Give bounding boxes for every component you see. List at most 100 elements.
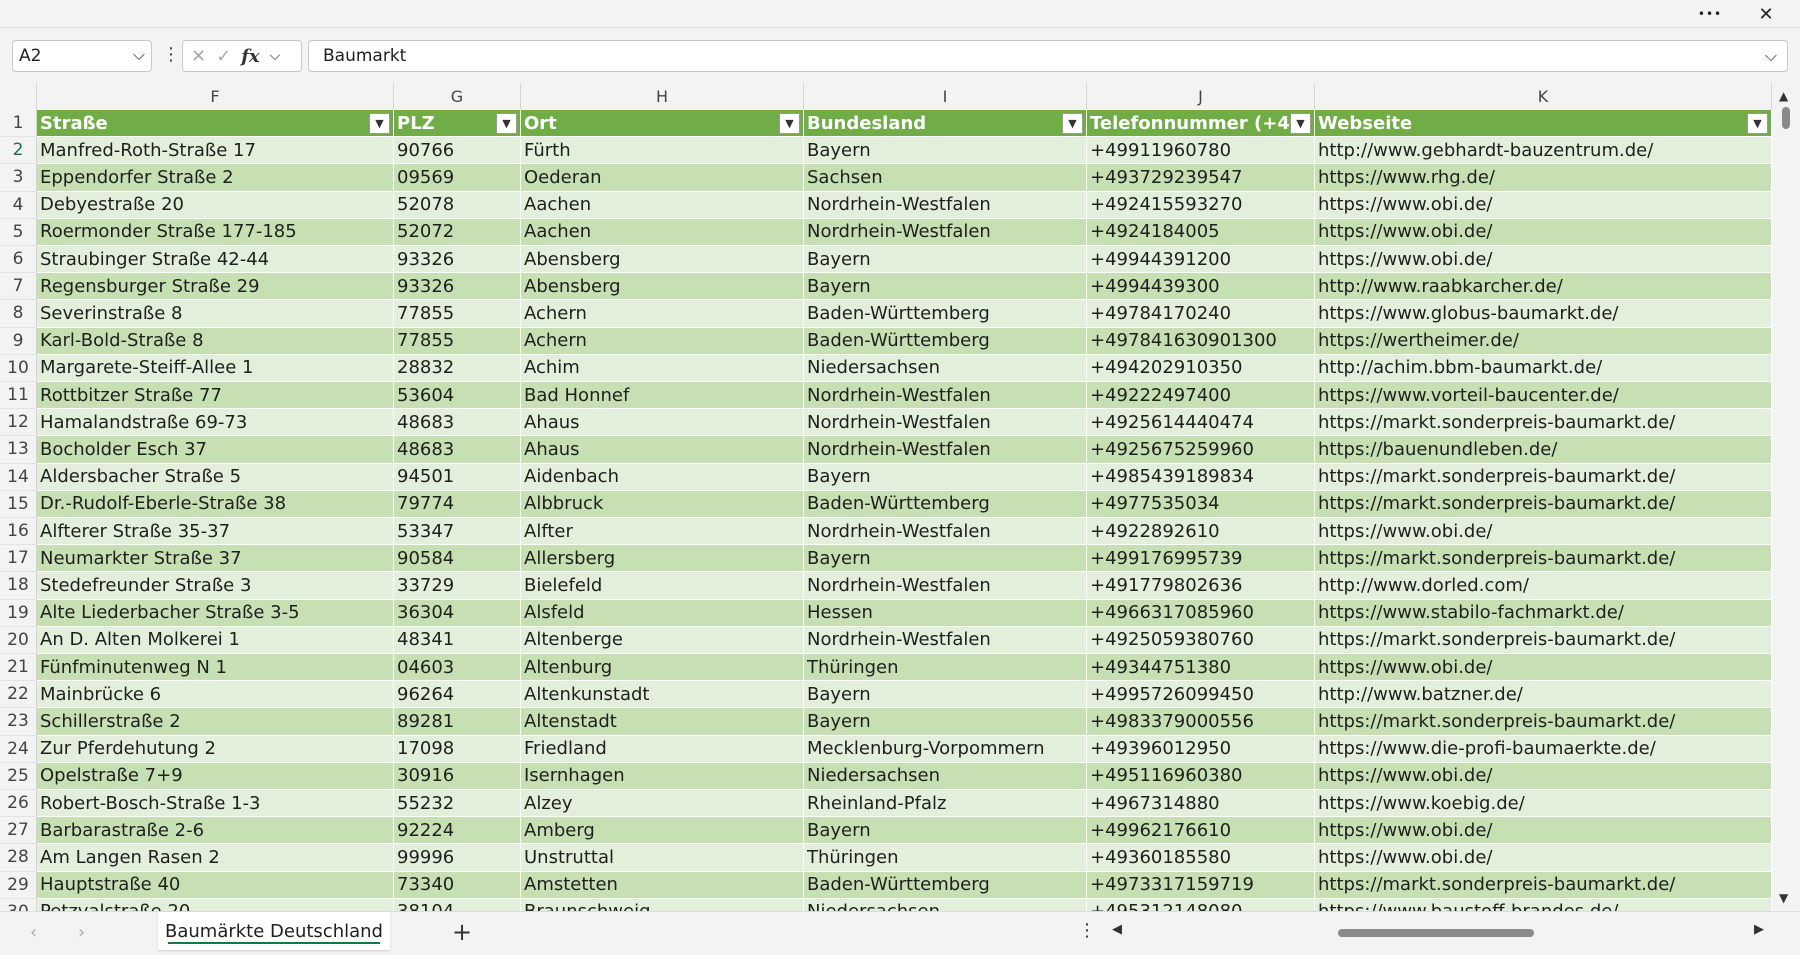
row-number[interactable]: 9 <box>0 327 37 355</box>
table-cell[interactable]: Aachen <box>521 191 804 219</box>
table-cell[interactable]: 90766 <box>394 137 521 165</box>
table-cell[interactable]: +4973317159719 <box>1087 871 1315 899</box>
table-cell[interactable]: Ahaus <box>521 436 804 464</box>
table-header-cell[interactable]: Telefonnummer (+49) ▼ <box>1087 110 1315 138</box>
table-cell[interactable]: Am Langen Rasen 2 <box>37 844 394 872</box>
chevron-down-icon[interactable]: ⌵ <box>133 45 145 65</box>
table-cell[interactable]: Alfter <box>521 518 804 546</box>
table-cell[interactable]: Bayern <box>804 545 1087 573</box>
table-cell[interactable]: Alzey <box>521 790 804 818</box>
table-cell[interactable]: Achim <box>521 354 804 382</box>
table-cell[interactable]: +4922892610 <box>1087 518 1315 546</box>
table-cell[interactable]: 48683 <box>394 436 521 464</box>
table-cell[interactable]: https://www.obi.de/ <box>1315 654 1772 682</box>
table-cell[interactable]: https://www.koebig.de/ <box>1315 790 1772 818</box>
column-header-h[interactable]: H <box>521 83 804 110</box>
table-cell[interactable]: http://www.gebhardt-bauzentrum.de/ <box>1315 137 1772 165</box>
table-cell[interactable]: Allersberg <box>521 545 804 573</box>
table-cell[interactable]: 53604 <box>394 382 521 410</box>
expand-formula-icon[interactable]: ⌵ <box>1765 46 1777 66</box>
table-cell[interactable]: Bayern <box>804 463 1087 491</box>
table-cell[interactable]: Hamalandstraße 69-73 <box>37 409 394 437</box>
row-number[interactable]: 3 <box>0 164 37 192</box>
table-cell[interactable]: +4995726099450 <box>1087 681 1315 709</box>
filter-dropdown-icon[interactable]: ▼ <box>1062 113 1083 134</box>
table-cell[interactable]: +49962176610 <box>1087 817 1315 845</box>
row-number[interactable]: 12 <box>0 409 37 437</box>
filter-dropdown-icon[interactable]: ▼ <box>1290 113 1311 134</box>
table-cell[interactable]: 94501 <box>394 463 521 491</box>
table-cell[interactable]: Isernhagen <box>521 762 804 790</box>
table-cell[interactable]: 55232 <box>394 790 521 818</box>
table-cell[interactable]: +49360185580 <box>1087 844 1315 872</box>
table-cell[interactable]: Roermonder Straße 177-185 <box>37 218 394 246</box>
table-cell[interactable]: https://markt.sonderpreis-baumarkt.de/ <box>1315 708 1772 736</box>
row-number[interactable]: 22 <box>0 681 37 709</box>
table-cell[interactable]: +49944391200 <box>1087 246 1315 274</box>
table-cell[interactable]: 89281 <box>394 708 521 736</box>
column-header-g[interactable]: G <box>394 83 521 110</box>
table-cell[interactable]: +492415593270 <box>1087 191 1315 219</box>
row-number[interactable]: 18 <box>0 572 37 600</box>
horizontal-scrollbar[interactable]: ◀ ▶ <box>1110 922 1770 944</box>
table-cell[interactable]: Braunschweig <box>521 898 804 911</box>
table-header-cell[interactable]: Ort ▼ <box>521 110 804 138</box>
table-cell[interactable]: Nordrhein-Westfalen <box>804 191 1087 219</box>
table-cell[interactable]: Stedefreunder Straße 3 <box>37 572 394 600</box>
sheet-tab-active[interactable]: Baumärkte Deutschland <box>158 912 390 950</box>
table-cell[interactable]: +493729239547 <box>1087 164 1315 192</box>
table-cell[interactable]: 92224 <box>394 817 521 845</box>
table-cell[interactable]: Alsfeld <box>521 599 804 627</box>
table-cell[interactable]: 93326 <box>394 273 521 301</box>
row-number[interactable]: 1 <box>0 110 37 138</box>
table-cell[interactable]: Nordrhein-Westfalen <box>804 436 1087 464</box>
table-cell[interactable]: +4925614440474 <box>1087 409 1315 437</box>
row-number[interactable]: 5 <box>0 218 37 246</box>
table-cell[interactable]: Altenstadt <box>521 708 804 736</box>
row-number[interactable]: 2 <box>0 137 37 165</box>
table-cell[interactable]: Altenburg <box>521 654 804 682</box>
table-cell[interactable]: 73340 <box>394 871 521 899</box>
table-cell[interactable]: Aidenbach <box>521 463 804 491</box>
table-cell[interactable]: Aachen <box>521 218 804 246</box>
table-cell[interactable]: Achern <box>521 327 804 355</box>
table-cell[interactable]: https://www.obi.de/ <box>1315 518 1772 546</box>
table-cell[interactable]: Thüringen <box>804 654 1087 682</box>
table-cell[interactable]: Niedersachsen <box>804 762 1087 790</box>
horizontal-scroll-thumb[interactable] <box>1338 929 1534 937</box>
table-cell[interactable]: +4977535034 <box>1087 490 1315 518</box>
table-cell[interactable]: https://markt.sonderpreis-baumarkt.de/ <box>1315 871 1772 899</box>
row-number[interactable]: 29 <box>0 871 37 899</box>
enter-icon[interactable]: ✓ <box>216 46 231 67</box>
more-options-button[interactable]: ••• <box>1690 0 1730 28</box>
table-cell[interactable]: https://www.obi.de/ <box>1315 762 1772 790</box>
table-cell[interactable]: Neumarkter Straße 37 <box>37 545 394 573</box>
table-cell[interactable]: Altenkunstadt <box>521 681 804 709</box>
table-cell[interactable]: 77855 <box>394 327 521 355</box>
table-cell[interactable]: 17098 <box>394 735 521 763</box>
table-cell[interactable]: https://markt.sonderpreis-baumarkt.de/ <box>1315 409 1772 437</box>
table-cell[interactable]: Schillerstraße 2 <box>37 708 394 736</box>
table-cell[interactable]: https://markt.sonderpreis-baumarkt.de/ <box>1315 545 1772 573</box>
table-cell[interactable]: +4983379000556 <box>1087 708 1315 736</box>
table-cell[interactable]: +4925059380760 <box>1087 626 1315 654</box>
table-cell[interactable]: https://www.obi.de/ <box>1315 246 1772 274</box>
table-cell[interactable]: 38104 <box>394 898 521 911</box>
table-cell[interactable]: +49784170240 <box>1087 300 1315 328</box>
table-cell[interactable]: Bielefeld <box>521 572 804 600</box>
select-all-corner[interactable] <box>0 83 37 110</box>
name-box[interactable]: A2 ⌵ <box>12 40 152 72</box>
table-cell[interactable]: 04603 <box>394 654 521 682</box>
table-cell[interactable]: Severinstraße 8 <box>37 300 394 328</box>
table-cell[interactable]: Barbarastraße 2-6 <box>37 817 394 845</box>
column-header-f[interactable]: F <box>37 83 394 110</box>
row-number[interactable]: 28 <box>0 844 37 872</box>
table-cell[interactable]: Nordrhein-Westfalen <box>804 626 1087 654</box>
chevron-right-icon[interactable]: › <box>78 922 85 943</box>
close-button[interactable]: ✕ <box>1746 0 1786 28</box>
row-number[interactable]: 20 <box>0 626 37 654</box>
table-cell[interactable]: Bocholder Esch 37 <box>37 436 394 464</box>
table-cell[interactable]: 90584 <box>394 545 521 573</box>
row-number[interactable]: 26 <box>0 790 37 818</box>
table-cell[interactable]: Manfred-Roth-Straße 17 <box>37 137 394 165</box>
